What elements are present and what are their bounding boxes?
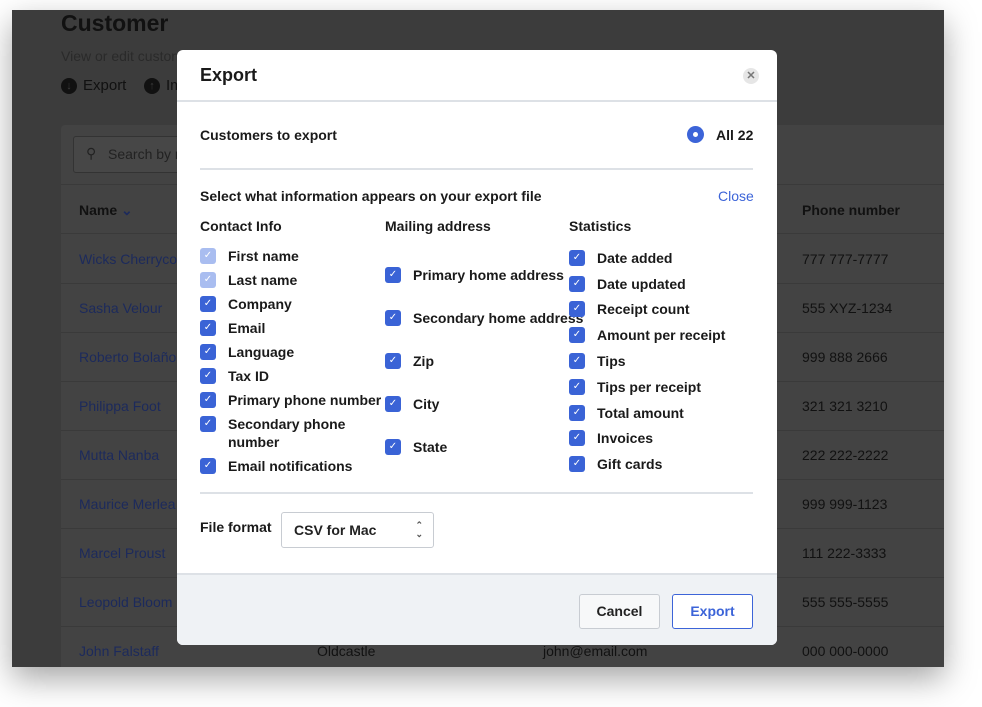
checkbox-label: State <box>413 439 448 455</box>
export-action[interactable]: ↓ Export <box>61 77 126 94</box>
group-title: Mailing address <box>385 218 491 234</box>
checkbox[interactable]: ✓ <box>200 368 216 384</box>
checkbox-label: Secondary phone number <box>228 416 346 450</box>
checkbox-label: Date added <box>597 250 673 266</box>
checkbox[interactable]: ✓ <box>569 353 585 369</box>
checkbox-label: Receipt count <box>597 301 690 317</box>
checkbox-label: Amount per receipt <box>597 327 726 343</box>
customer-name[interactable]: Wicks Cherryco <box>79 251 177 267</box>
checkbox-label: Primary home address <box>413 267 564 283</box>
dialog-footer: Cancel Export <box>177 573 777 645</box>
checkbox[interactable]: ✓ <box>569 327 585 343</box>
customer-phone: 999 999-1123 <box>802 496 888 512</box>
customer-name[interactable]: Sasha Velour <box>79 300 162 316</box>
checkbox[interactable]: ✓ <box>569 301 585 317</box>
dialog-title: Export <box>200 65 258 85</box>
checkbox[interactable]: ✓ <box>200 392 216 408</box>
checkbox-label: Invoices <box>597 430 654 446</box>
download-icon: ↓ <box>61 77 77 94</box>
customer-name[interactable]: Philippa Foot <box>79 398 161 414</box>
customer-phone: 321 321 3210 <box>802 398 888 414</box>
customer-name[interactable]: Marcel Proust <box>79 545 165 561</box>
select-info-label: Select what information appears on your … <box>200 188 542 204</box>
column-name[interactable]: Name ⌄ <box>79 202 133 219</box>
checkbox-label: City <box>413 396 440 412</box>
checkbox-label: Tax ID <box>228 368 269 384</box>
file-format-value: CSV for Mac <box>294 522 377 538</box>
upload-icon: ↑ <box>144 77 160 94</box>
customer-phone: 000 000-0000 <box>802 643 889 659</box>
file-format-select[interactable]: CSV for Mac ⌃ ⌄ <box>281 512 434 548</box>
cancel-button[interactable]: Cancel <box>579 594 660 629</box>
chevron-down-icon: ⌄ <box>121 202 133 218</box>
checkbox: ✓ <box>200 248 216 264</box>
checkbox-label: Email notifications <box>228 458 353 474</box>
customer-email: john@email.com <box>543 643 648 659</box>
group-title: Statistics <box>569 218 632 234</box>
checkbox-label: Language <box>228 344 295 360</box>
checkbox[interactable]: ✓ <box>569 456 585 472</box>
customer-phone: 999 888 2666 <box>802 349 888 365</box>
checkbox-label: Tips per receipt <box>597 379 702 395</box>
checkbox[interactable]: ✓ <box>200 458 216 474</box>
checkbox[interactable]: ✓ <box>385 353 401 369</box>
checkbox[interactable]: ✓ <box>569 405 585 421</box>
checkbox-label: First name <box>228 248 299 264</box>
customer-name[interactable]: Roberto Bolaño <box>79 349 176 365</box>
checkbox-label: Last name <box>228 272 298 288</box>
checkbox[interactable]: ✓ <box>569 379 585 395</box>
close-icon[interactable]: ✕ <box>743 68 759 84</box>
checkbox[interactable]: ✓ <box>200 344 216 360</box>
customer-name[interactable]: Maurice Merlea <box>79 496 175 512</box>
divider <box>200 168 753 170</box>
checkbox-label: Tips <box>597 353 626 369</box>
customers-to-export-label: Customers to export <box>200 127 337 143</box>
checkbox-label: Secondary home address <box>413 310 584 326</box>
customer-phone: 555 555-5555 <box>802 594 889 610</box>
close-link[interactable]: Close <box>718 188 754 204</box>
checkbox[interactable]: ✓ <box>200 320 216 336</box>
customer-name[interactable]: Leopold Bloom <box>79 594 172 610</box>
group-title: Contact Info <box>200 218 282 234</box>
checkbox-label: Primary phone number <box>228 392 382 408</box>
search-placeholder: Search by n <box>108 146 183 162</box>
customer-phone: 222 222-2222 <box>802 447 889 463</box>
checkbox-label: Zip <box>413 353 434 369</box>
dialog-header: Export ✕ <box>177 50 777 102</box>
select-arrows-icon: ⌃ ⌄ <box>415 520 423 539</box>
checkbox-label: Email <box>228 320 266 336</box>
checkbox: ✓ <box>200 272 216 288</box>
checkbox-label: Gift cards <box>597 456 663 472</box>
checkbox[interactable]: ✓ <box>385 310 401 326</box>
export-button[interactable]: Export <box>672 594 753 629</box>
checkbox-label: Company <box>228 296 292 312</box>
customer-company: Oldcastle <box>317 643 376 659</box>
checkbox[interactable]: ✓ <box>385 439 401 455</box>
customer-phone: 777 777-7777 <box>802 251 889 267</box>
customer-name[interactable]: John Falstaff <box>79 643 159 659</box>
page-title: Customer <box>61 10 169 36</box>
checkbox[interactable]: ✓ <box>200 296 216 312</box>
all-customers-radio[interactable] <box>687 126 704 143</box>
customer-phone: 555 XYZ-1234 <box>802 300 893 316</box>
checkbox-label: Date updated <box>597 276 686 292</box>
checkbox[interactable]: ✓ <box>569 276 585 292</box>
export-dialog: Export ✕ Customers to export All 22 Sele… <box>177 50 777 645</box>
checkbox-label: Total amount <box>597 405 684 421</box>
column-name-label: Name <box>79 202 118 218</box>
divider <box>200 492 753 494</box>
checkbox[interactable]: ✓ <box>569 250 585 266</box>
export-action-label: Export <box>83 77 127 94</box>
customer-phone: 111 222-3333 <box>802 545 887 561</box>
checkbox[interactable]: ✓ <box>569 430 585 446</box>
checkbox[interactable]: ✓ <box>385 396 401 412</box>
all-customers-label: All 22 <box>716 127 754 143</box>
column-phone[interactable]: Phone number <box>802 202 900 218</box>
checkbox[interactable]: ✓ <box>200 416 216 432</box>
customer-name[interactable]: Mutta Nanba <box>79 447 159 463</box>
page-subtitle: View or edit custon <box>61 48 180 64</box>
search-icon: ⚲ <box>86 145 97 161</box>
file-format-label: File format <box>200 519 272 535</box>
checkbox[interactable]: ✓ <box>385 267 401 283</box>
